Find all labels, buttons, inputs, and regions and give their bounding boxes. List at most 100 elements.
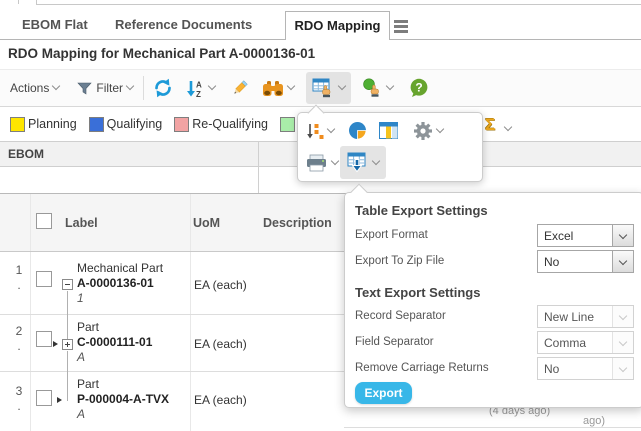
export-menu-button[interactable] bbox=[306, 72, 351, 104]
part-revision: A bbox=[77, 350, 152, 365]
section-label: EBOM bbox=[8, 147, 44, 161]
export-format-select[interactable]: Excel bbox=[537, 224, 634, 247]
row-number: 3. bbox=[10, 384, 28, 414]
column-header-label[interactable]: Label bbox=[65, 216, 98, 230]
part-revision: A bbox=[77, 407, 169, 422]
svg-text:Z: Z bbox=[196, 90, 201, 98]
remove-carriage-returns-select: No bbox=[537, 357, 634, 380]
row-checkbox[interactable] bbox=[36, 271, 52, 287]
chevron-down-icon bbox=[619, 256, 627, 264]
export-settings-button[interactable] bbox=[340, 146, 386, 179]
divider bbox=[18, 0, 19, 4]
sort-order-button[interactable] bbox=[306, 122, 334, 140]
part-type: Part bbox=[77, 320, 152, 335]
column-header-uom[interactable]: UoM bbox=[193, 216, 220, 230]
row-checkbox[interactable] bbox=[36, 390, 52, 406]
part-cell: Part P-000004-A-TVX A bbox=[77, 377, 169, 422]
sort-button[interactable]: A Z bbox=[186, 79, 215, 98]
field-separator-label: Field Separator bbox=[355, 336, 434, 348]
part-cell: Part C-0000111-01 A bbox=[77, 320, 152, 365]
export-download-icon bbox=[347, 152, 369, 173]
actions-button[interactable]: Actions bbox=[10, 81, 59, 95]
select-dropdown-button[interactable] bbox=[612, 251, 633, 272]
chevron-down-icon bbox=[338, 82, 346, 90]
refresh-icon bbox=[153, 78, 173, 98]
tab-reference-documents[interactable]: Reference Documents bbox=[115, 17, 252, 32]
chevron-down-icon bbox=[619, 337, 627, 345]
sort-az-icon: A Z bbox=[186, 79, 205, 98]
chevron-down-icon bbox=[436, 125, 444, 133]
uom-cell: EA (each) bbox=[194, 393, 247, 407]
chevron-down-icon bbox=[386, 82, 394, 90]
pick-related-button[interactable] bbox=[361, 78, 393, 98]
part-type: Mechanical Part bbox=[77, 261, 163, 276]
tab-ebom-flat[interactable]: EBOM Flat bbox=[22, 17, 88, 32]
chevron-down-icon bbox=[126, 82, 134, 90]
table-columns-icon bbox=[379, 122, 398, 139]
legend-swatch-requalifying bbox=[174, 117, 189, 132]
tab-overflow-menu-icon[interactable] bbox=[394, 20, 408, 35]
columns-button[interactable] bbox=[379, 122, 398, 139]
export-format-value: Excel bbox=[538, 225, 612, 246]
column-divider bbox=[190, 372, 191, 431]
column-divider bbox=[190, 252, 191, 314]
binoculars-icon bbox=[262, 80, 284, 97]
tree-connector bbox=[67, 351, 68, 401]
chevron-down-icon bbox=[372, 156, 380, 164]
tree-arrow-icon bbox=[57, 397, 62, 403]
column-divider bbox=[30, 315, 31, 371]
export-button[interactable]: Export bbox=[355, 382, 412, 404]
help-button[interactable]: ? bbox=[409, 78, 429, 98]
chart-button[interactable] bbox=[348, 121, 367, 140]
export-format-label: Export Format bbox=[355, 229, 428, 241]
record-separator-select: New Line bbox=[537, 305, 634, 328]
print-button[interactable] bbox=[306, 154, 338, 172]
sum-menu-button[interactable]: Σ bbox=[485, 115, 495, 135]
table-export-settings-heading: Table Export Settings bbox=[355, 203, 488, 218]
part-number: C-0000111-01 bbox=[77, 335, 152, 350]
part-number: P-000004-A-TVX bbox=[77, 392, 169, 407]
tree-connector bbox=[67, 291, 68, 339]
uom-cell: EA (each) bbox=[194, 278, 247, 292]
column-header-description[interactable]: Description bbox=[263, 216, 332, 230]
part-cell: Mechanical Part A-0000136-01 1 bbox=[77, 261, 163, 306]
page-title: RDO Mapping for Mechanical Part A-000013… bbox=[8, 46, 315, 61]
export-zip-select[interactable]: No bbox=[537, 250, 634, 273]
select-dropdown-button bbox=[612, 358, 633, 379]
edit-button[interactable] bbox=[230, 79, 249, 98]
tree-collapse-toggle[interactable] bbox=[62, 279, 73, 290]
svg-text:?: ? bbox=[415, 80, 422, 94]
select-all-checkbox[interactable] bbox=[36, 213, 52, 229]
filter-button[interactable]: Filter bbox=[77, 81, 133, 96]
toolbar-separator bbox=[143, 76, 144, 100]
sigma-icon: Σ bbox=[485, 115, 495, 134]
pie-chart-icon bbox=[348, 121, 367, 140]
settings-button[interactable] bbox=[413, 121, 443, 141]
row-checkbox[interactable] bbox=[36, 331, 52, 347]
printer-icon bbox=[306, 154, 328, 172]
field-separator-select: Comma bbox=[537, 331, 634, 354]
row-number: 1. bbox=[10, 263, 28, 293]
help-icon: ? bbox=[409, 78, 429, 98]
select-dropdown-button bbox=[612, 332, 633, 353]
export-table-icon bbox=[312, 78, 335, 98]
chevron-down-icon bbox=[327, 125, 335, 133]
search-button[interactable] bbox=[262, 80, 294, 97]
pencil-icon bbox=[230, 79, 249, 98]
tree-expand-toggle[interactable] bbox=[62, 339, 73, 350]
filter-label: Filter bbox=[96, 81, 123, 95]
export-settings-popup: Table Export Settings Export Format Exce… bbox=[344, 192, 641, 408]
tab-rdo-mapping[interactable]: RDO Mapping bbox=[285, 11, 390, 40]
actions-label: Actions bbox=[10, 81, 49, 95]
svg-text:A: A bbox=[196, 80, 202, 89]
row-number: 2. bbox=[10, 324, 28, 354]
field-separator-value: Comma bbox=[538, 332, 612, 353]
record-separator-value: New Line bbox=[538, 306, 612, 327]
chevron-down-icon bbox=[619, 311, 627, 319]
chevron-down-icon bbox=[331, 157, 339, 165]
select-dropdown-button[interactable] bbox=[612, 225, 633, 246]
main-toolbar: Actions Filter bbox=[0, 69, 641, 107]
refresh-button[interactable] bbox=[153, 78, 173, 98]
legend-label-requalifying: Re-Qualifying bbox=[192, 117, 268, 131]
chevron-down-icon bbox=[52, 82, 60, 90]
